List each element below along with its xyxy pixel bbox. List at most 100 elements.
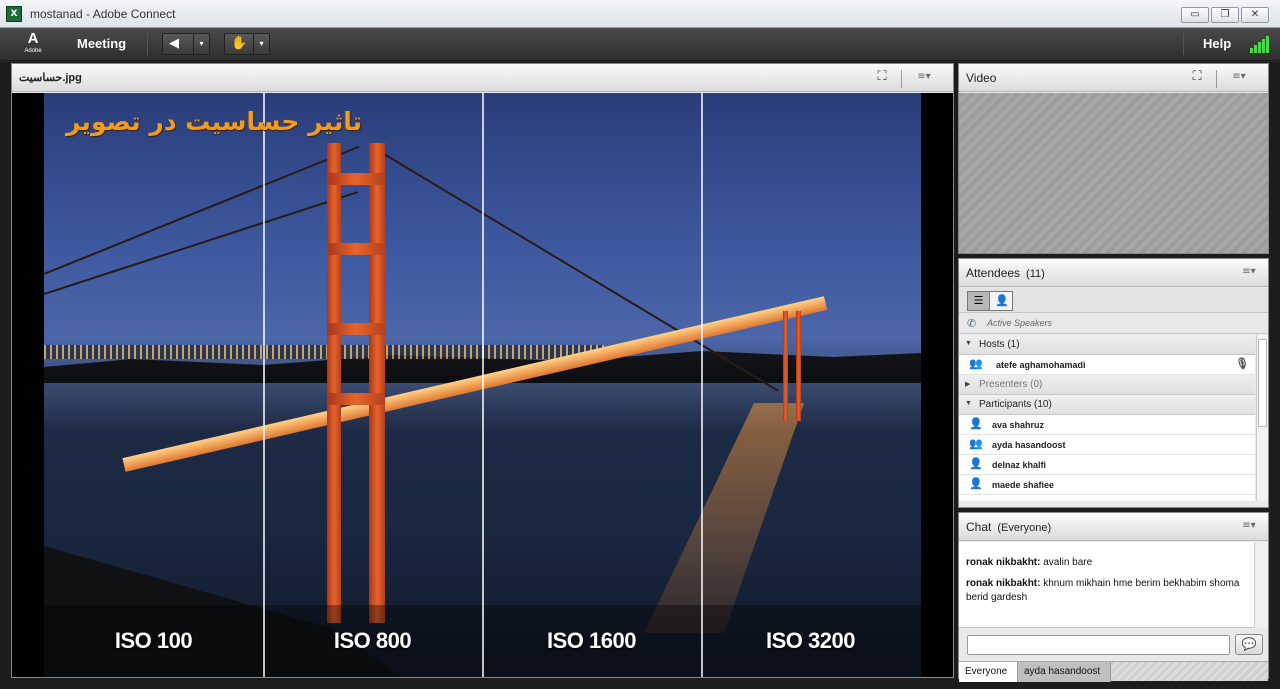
- microphone-icon: 🎙: [1235, 358, 1249, 370]
- connection-signal-icon: [1250, 36, 1270, 53]
- iso-divider: [482, 93, 484, 677]
- chat-tabs: Everyone ayda hasandoost: [959, 661, 1268, 682]
- attendee-name: delnaz khalfi: [992, 460, 1047, 470]
- attendees-pod-header: Attendees (11) ≡▾: [959, 259, 1268, 287]
- audio-dropdown-chevron-icon[interactable]: ▾: [193, 34, 209, 54]
- chat-pod-title: Chat: [966, 520, 992, 534]
- meeting-stage: حساسیت.jpg ⛶ ≡▾ تاثیر حساسیت در تصویر IS…: [0, 62, 1280, 689]
- window-title: mostanad - Adobe Connect: [30, 7, 176, 21]
- attendee-name: atefe aghamohamadi: [996, 360, 1086, 370]
- pod-menu-icon[interactable]: ≡▾: [915, 70, 933, 84]
- restore-button[interactable]: ❐: [1211, 7, 1239, 23]
- share-pod-title: حساسیت.jpg: [19, 72, 82, 84]
- speaker-icon: ◀: [169, 36, 179, 51]
- pod-menu-icon[interactable]: ≡▾: [1240, 265, 1258, 279]
- attendee-name: ayda hasandoost: [992, 440, 1066, 450]
- iso-label: ISO 100: [114, 628, 193, 653]
- group-label: Participants (10): [979, 399, 1052, 410]
- chat-pod-header: Chat (Everyone) ≡▾: [959, 513, 1268, 541]
- participant-icon: 👤: [969, 478, 983, 490]
- tab-everyone[interactable]: Everyone: [959, 662, 1018, 682]
- chat-scope: (Everyone): [997, 522, 1052, 534]
- attendee-name: ava shahruz: [992, 420, 1045, 430]
- chat-text: avalin bare: [1043, 557, 1093, 568]
- host-icon: 👥: [969, 358, 983, 370]
- expanded-chevron-icon: ▼: [965, 400, 972, 407]
- presenter-icon: 👥: [969, 438, 983, 450]
- status-button[interactable]: ✋ ▾: [224, 33, 270, 55]
- video-area: [959, 93, 1268, 253]
- iso-label: ISO 1600: [547, 628, 636, 653]
- help-menu[interactable]: Help: [1203, 36, 1231, 51]
- video-pod-header: Video ⛶ ≡▾: [959, 64, 1268, 92]
- share-pod: حساسیت.jpg ⛶ ≡▾ تاثیر حساسیت در تصویر IS…: [11, 63, 954, 678]
- video-pod: Video ⛶ ≡▾: [958, 63, 1269, 254]
- chat-message: ronak nikbakht: khnum mikhain hme berim …: [966, 577, 1256, 605]
- fullscreen-icon[interactable]: ⛶: [1190, 70, 1204, 84]
- attendees-toolbar: ☰ 👤: [959, 288, 1268, 313]
- chat-pod: Chat (Everyone) ≡▾ ronak nikbakht: avalin…: [958, 512, 1269, 682]
- participant-icon: 👤: [969, 418, 983, 430]
- close-button[interactable]: ✕: [1241, 7, 1269, 23]
- tab-ayda-hasandoost[interactable]: ayda hasandoost: [1018, 662, 1111, 682]
- attendees-count: (11): [1026, 268, 1045, 280]
- attendee-name: maede shafiee: [992, 480, 1055, 490]
- iso-label: ISO 800: [333, 628, 412, 653]
- minimize-button[interactable]: ▭: [1181, 7, 1209, 23]
- list-item[interactable]: 👥 atefe aghamohamadi 🎙: [959, 355, 1255, 375]
- list-view-icon[interactable]: ☰: [968, 292, 990, 310]
- view-toggle: ☰ 👤: [967, 291, 1013, 311]
- app-toolbar: A Adobe Meeting ◀ ▾ ✋ ▾ Help: [0, 28, 1280, 61]
- meeting-menu[interactable]: Meeting: [77, 36, 126, 51]
- app-icon: X: [6, 6, 22, 22]
- adobe-logo-icon: A Adobe: [22, 31, 44, 57]
- group-presenters[interactable]: ▶ Presenters (0): [959, 375, 1255, 395]
- window-titlebar: X mostanad - Adobe Connect ▭ ❐ ✕: [0, 0, 1280, 28]
- group-label: Presenters (0): [979, 379, 1043, 390]
- attendees-pod-title: Attendees: [966, 266, 1021, 280]
- list-item[interactable]: 👤 maede shafiee: [959, 475, 1255, 495]
- chat-send-icon[interactable]: 💬: [1235, 634, 1263, 655]
- video-pod-title: Video: [966, 71, 997, 85]
- adobe-logo-word: Adobe: [24, 48, 42, 54]
- fullscreen-icon[interactable]: ⛶: [875, 70, 889, 84]
- detail-view-icon[interactable]: 👤: [991, 292, 1013, 310]
- chat-sender: ronak nikbakht:: [966, 578, 1041, 589]
- active-speakers-label: Active Speakers: [987, 318, 1053, 328]
- toolbar-divider: [147, 33, 148, 55]
- active-speakers-bar: ✆ Active Speakers: [959, 314, 1268, 334]
- toolbar-divider: [1183, 33, 1184, 55]
- chat-input[interactable]: [967, 635, 1230, 655]
- raise-hand-icon: ✋: [231, 36, 248, 51]
- chat-message: ronak nikbakht: avalin bare: [966, 556, 1256, 570]
- shared-photo: تاثیر حساسیت در تصویر ISO 100 ISO 800 IS…: [44, 93, 921, 677]
- expanded-chevron-icon: ▼: [965, 340, 972, 347]
- group-label: Hosts (1): [979, 339, 1020, 350]
- list-item[interactable]: 👤 delnaz khalfi: [959, 455, 1255, 475]
- shared-image-viewer: تاثیر حساسیت در تصویر ISO 100 ISO 800 IS…: [12, 93, 953, 677]
- pod-menu-icon[interactable]: ≡▾: [1230, 70, 1248, 84]
- list-item[interactable]: 👤 ava shahruz: [959, 415, 1255, 435]
- iso-divider: [701, 93, 703, 677]
- participant-icon: 👤: [969, 458, 983, 470]
- group-participants[interactable]: ▼ Participants (10): [959, 395, 1255, 415]
- iso-label: ISO 3200: [766, 628, 855, 653]
- chat-messages: ronak nikbakht: avalin bare ronak nikbak…: [959, 542, 1268, 628]
- scrollbar-thumb[interactable]: [1258, 339, 1267, 427]
- attendee-scrollbar[interactable]: [1256, 335, 1268, 501]
- image-overlay-title: تاثیر حساسیت در تصویر: [66, 107, 362, 136]
- iso-divider: [263, 93, 265, 677]
- list-item[interactable]: 👥 ayda hasandoost: [959, 435, 1255, 455]
- attendee-list: ▼ Hosts (1) 👥 atefe aghamohamadi 🎙 ▶ Pre…: [959, 335, 1255, 501]
- audio-button[interactable]: ◀ ▾: [162, 33, 210, 55]
- chat-sender: ronak nikbakht:: [966, 557, 1041, 568]
- pod-menu-icon[interactable]: ≡▾: [1240, 519, 1258, 533]
- share-pod-header: حساسیت.jpg ⛶ ≡▾: [12, 64, 953, 92]
- collapsed-chevron-icon: ▶: [965, 381, 971, 388]
- phone-icon: ✆: [967, 317, 977, 330]
- attendees-pod: Attendees (11) ≡▾ ☰ 👤 ✆ Active Speakers ▼…: [958, 258, 1269, 508]
- adobe-logo-mark: A: [27, 30, 39, 47]
- chat-scrollbar[interactable]: [1254, 542, 1268, 628]
- status-dropdown-chevron-icon[interactable]: ▾: [253, 34, 269, 54]
- group-hosts[interactable]: ▼ Hosts (1): [959, 335, 1255, 355]
